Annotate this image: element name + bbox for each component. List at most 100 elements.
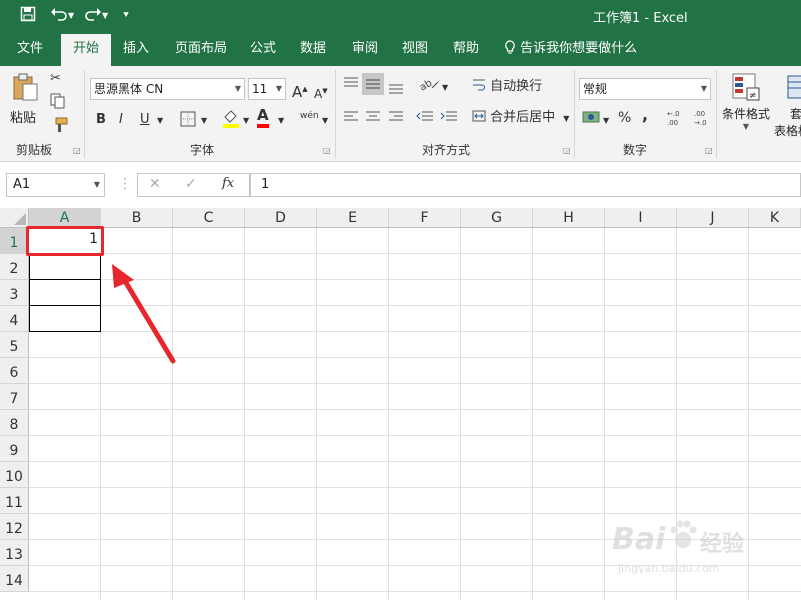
wrap-text-icon: [472, 79, 490, 94]
column-header-a[interactable]: A: [29, 208, 101, 228]
row-header-12[interactable]: 12: [0, 514, 29, 540]
align-center-icon[interactable]: [365, 110, 381, 130]
row-header-6[interactable]: 6: [0, 358, 29, 384]
chevron-down-icon[interactable]: ▼: [157, 112, 163, 130]
cancel-icon[interactable]: ✕: [149, 176, 161, 192]
align-top-icon[interactable]: [343, 76, 359, 96]
select-all-button[interactable]: [0, 208, 29, 228]
chevron-down-icon[interactable]: ▼: [442, 79, 448, 97]
row-header-5[interactable]: 5: [0, 332, 29, 358]
tab-formulas[interactable]: 公式: [250, 34, 276, 66]
row-header-7[interactable]: 7: [0, 384, 29, 410]
ribbon: 粘贴 ✂ 剪贴板 ◲ 思源黑体 CN ▼ 11 ▼ A▲ A▼ B I U ▼ …: [0, 66, 801, 162]
enter-icon[interactable]: ✓: [185, 176, 197, 192]
format-as-table-button[interactable]: 套 表格格: [774, 72, 801, 142]
decrease-decimal-icon[interactable]: .00 →.0: [693, 108, 713, 134]
undo-icon[interactable]: [50, 6, 68, 28]
italic-button[interactable]: I: [119, 111, 123, 129]
number-format-select[interactable]: 常规 ▼: [579, 78, 711, 100]
merge-center-button[interactable]: 合并后居中 ▼: [472, 109, 569, 128]
paste-button[interactable]: 粘贴: [10, 72, 42, 128]
column-header-h[interactable]: H: [533, 208, 605, 228]
row-header-14[interactable]: 14: [0, 566, 29, 592]
tab-file[interactable]: 文件: [17, 34, 43, 66]
comma-style-button[interactable]: ,: [642, 106, 648, 124]
shrink-font-icon[interactable]: A▼: [314, 82, 328, 103]
gridline: [604, 228, 605, 600]
copy-icon[interactable]: [50, 93, 68, 115]
row-header-4[interactable]: 4: [0, 306, 29, 332]
align-middle-icon[interactable]: [362, 73, 384, 95]
column-header-f[interactable]: F: [389, 208, 461, 228]
column-header-i[interactable]: I: [605, 208, 677, 228]
customize-quick-access-icon[interactable]: ⯆: [122, 6, 130, 26]
name-box[interactable]: A1 ▼: [6, 173, 105, 197]
chevron-down-icon: ▼: [275, 84, 282, 93]
alignment-launcher-icon[interactable]: ◲: [563, 146, 571, 155]
tab-data[interactable]: 数据: [300, 34, 326, 66]
align-bottom-icon[interactable]: [388, 80, 404, 100]
decrease-indent-icon[interactable]: [416, 110, 434, 130]
increase-decimal-icon[interactable]: ←.0.00: [666, 108, 686, 134]
row-header-11[interactable]: 11: [0, 488, 29, 514]
chevron-down-icon[interactable]: ▼: [278, 112, 284, 130]
font-name-select[interactable]: 思源黑体 CN ▼: [90, 78, 245, 100]
clipboard-group-label: 剪贴板: [16, 143, 53, 157]
underline-button[interactable]: U: [140, 111, 150, 129]
column-header-c[interactable]: C: [173, 208, 245, 228]
font-size-select[interactable]: 11 ▼: [248, 78, 286, 100]
row-header-1[interactable]: 1: [0, 228, 29, 254]
insert-function-icon[interactable]: fx: [222, 176, 234, 191]
conditional-formatting-button[interactable]: ≠ 条件格式 ▼: [720, 72, 772, 142]
tab-insert[interactable]: 插入: [123, 34, 149, 66]
increase-indent-icon[interactable]: [440, 110, 458, 130]
redo-dropdown-icon[interactable]: ▼: [102, 6, 108, 26]
column-header-b[interactable]: B: [101, 208, 173, 228]
cut-icon[interactable]: ✂: [50, 70, 61, 88]
row-header-2[interactable]: 2: [0, 254, 29, 280]
column-header-e[interactable]: E: [317, 208, 389, 228]
orientation-icon[interactable]: ab: [418, 76, 440, 98]
tab-page-layout[interactable]: 页面布局: [175, 34, 227, 66]
gridline: [29, 435, 801, 436]
tab-home[interactable]: 开始: [61, 34, 112, 66]
chevron-down-icon[interactable]: ▼: [243, 112, 249, 130]
align-right-icon[interactable]: [388, 110, 404, 130]
redo-icon[interactable]: [84, 6, 102, 28]
fill-color-icon[interactable]: [222, 108, 240, 134]
undo-dropdown-icon[interactable]: ▼: [68, 6, 74, 26]
column-header-g[interactable]: G: [461, 208, 533, 228]
percent-style-button[interactable]: %: [618, 109, 631, 127]
row-header-8[interactable]: 8: [0, 410, 29, 436]
align-left-icon[interactable]: [343, 110, 359, 130]
tab-view[interactable]: 视图: [402, 34, 428, 66]
clipboard-launcher-icon[interactable]: ◲: [73, 146, 81, 155]
tab-help[interactable]: 帮助: [453, 34, 479, 66]
tab-review[interactable]: 审阅: [352, 34, 378, 66]
phonetic-icon[interactable]: wén: [300, 107, 319, 125]
chevron-down-icon[interactable]: ▼: [322, 112, 328, 130]
row-header-3[interactable]: 3: [0, 280, 29, 306]
column-header-d[interactable]: D: [245, 208, 317, 228]
bold-button[interactable]: B: [96, 111, 106, 129]
chevron-down-icon[interactable]: ▼: [603, 112, 609, 130]
bordered-range-a2-a4[interactable]: [29, 253, 101, 332]
save-icon[interactable]: [20, 6, 36, 28]
format-painter-icon[interactable]: [50, 117, 68, 139]
number-launcher-icon[interactable]: ◲: [705, 146, 713, 155]
column-header-k[interactable]: K: [749, 208, 801, 228]
borders-icon[interactable]: [180, 111, 196, 133]
wrap-text-button[interactable]: 自动换行: [472, 78, 542, 96]
row-header-10[interactable]: 10: [0, 462, 29, 488]
row-header-9[interactable]: 9: [0, 436, 29, 462]
tell-me-search[interactable]: 告诉我你想要做什么: [504, 34, 637, 66]
formula-input[interactable]: 1: [250, 173, 801, 197]
accounting-format-icon[interactable]: [582, 109, 600, 131]
cell-a1[interactable]: 1: [26, 226, 104, 256]
font-color-icon[interactable]: A: [257, 106, 269, 128]
row-header-13[interactable]: 13: [0, 540, 29, 566]
grow-font-icon[interactable]: A▲: [292, 80, 308, 101]
font-launcher-icon[interactable]: ◲: [323, 146, 331, 155]
column-header-j[interactable]: J: [677, 208, 749, 228]
chevron-down-icon[interactable]: ▼: [201, 112, 207, 130]
